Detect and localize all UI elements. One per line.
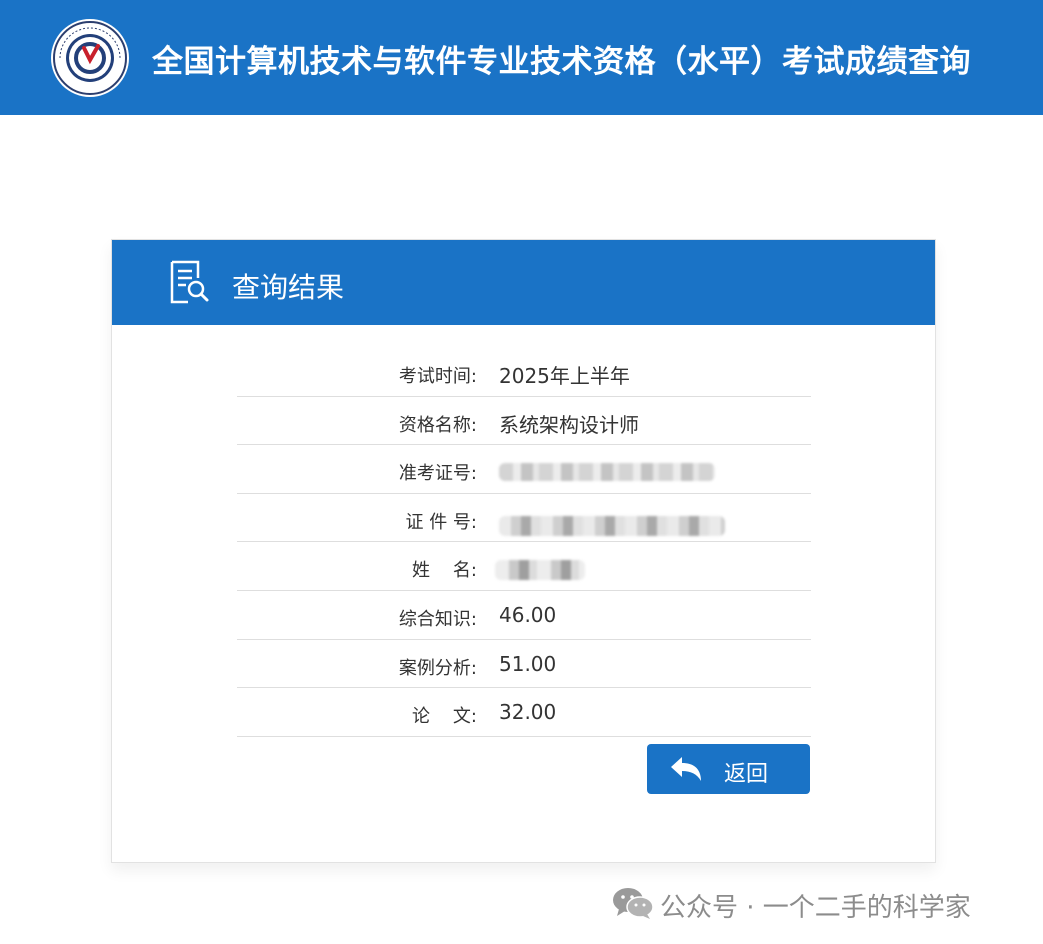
back-button[interactable]: 返回 bbox=[647, 744, 810, 794]
row-label: 考试时间: bbox=[398, 366, 477, 387]
row-label: 姓 名: bbox=[412, 560, 477, 582]
document-search-icon bbox=[170, 260, 209, 304]
back-button-label: 返回 bbox=[724, 762, 769, 787]
reply-arrow-icon bbox=[671, 757, 701, 781]
top-header-bar: 全国计算机技术与软件专业技术资格（水平）考试成绩查询 bbox=[0, 0, 1043, 115]
redacted-value bbox=[499, 463, 715, 482]
wechat-icon bbox=[613, 888, 654, 919]
result-table: 考试时间: 2025年上半年 资格名称: 系统架构设计师 准考证号: 证 件 号… bbox=[237, 348, 811, 737]
score-value: 46.00 bbox=[499, 602, 557, 627]
row-value: 系统架构设计师 bbox=[499, 412, 639, 437]
row-value: 2025年上半年 bbox=[499, 364, 630, 388]
row-exam-time: 考试时间: 2025年上半年 bbox=[237, 348, 811, 397]
score-value: 32.00 bbox=[499, 700, 557, 725]
row-label: 准考证号: bbox=[398, 463, 477, 485]
site-title: 全国计算机技术与软件专业技术资格（水平）考试成绩查询 bbox=[152, 44, 971, 80]
row-admission-number: 准考证号: bbox=[237, 445, 811, 494]
card-title: 查询结果 bbox=[232, 271, 345, 304]
redacted-value bbox=[499, 515, 725, 536]
redacted-value bbox=[495, 560, 585, 581]
row-label: 案例分析: bbox=[398, 657, 477, 679]
watermark-text: 公众号 · 一个二手的科学家 bbox=[660, 893, 971, 923]
result-card-header: 查询结果 bbox=[112, 240, 935, 325]
row-case-analysis: 案例分析: 51.00 bbox=[237, 640, 811, 689]
row-comprehensive-knowledge: 综合知识: 46.00 bbox=[237, 591, 811, 640]
row-label: 论 文: bbox=[412, 706, 477, 728]
row-essay: 论 文: 32.00 bbox=[237, 688, 811, 737]
row-label: 综合知识: bbox=[398, 608, 477, 630]
score-value: 51.00 bbox=[499, 651, 557, 676]
row-name: 姓 名: bbox=[237, 542, 811, 591]
row-id-number: 证 件 号: bbox=[237, 494, 811, 543]
row-label: 资格名称: bbox=[398, 414, 477, 436]
exam-seal-logo bbox=[51, 19, 129, 97]
result-card: 查询结果 考试时间: 2025年上半年 资格名称: 系统架构设计师 准考证号: … bbox=[111, 239, 936, 863]
row-qualification: 资格名称: 系统架构设计师 bbox=[237, 397, 811, 446]
row-label: 证 件 号: bbox=[405, 511, 477, 533]
watermark: 公众号 · 一个二手的科学家 bbox=[612, 883, 1022, 923]
